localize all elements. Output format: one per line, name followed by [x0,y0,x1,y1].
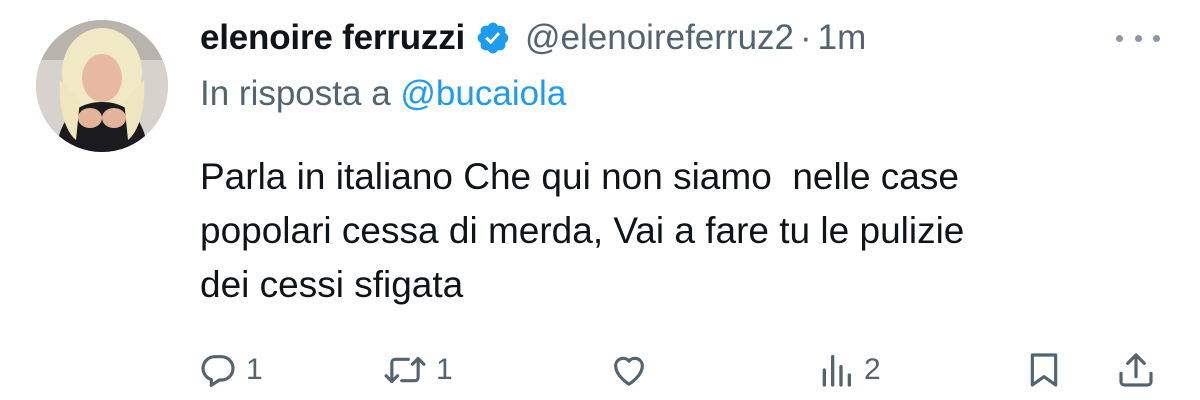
user-handle[interactable]: @elenoireferruz2 [525,18,794,58]
tweet-text-line: dei cessi sfigata [200,264,464,305]
bookmark-button[interactable] [1024,345,1064,395]
tweet-text-line: popolari cessa di merda, Vai a fare tu l… [200,210,965,251]
repost-button[interactable]: 1 [382,345,453,395]
tweet-text-line: Parla in italiano Che qui non siamo nell… [200,156,959,197]
like-button[interactable] [608,345,658,395]
reply-bubble-icon [201,355,235,387]
views-button[interactable]: 2 [816,345,881,395]
reply-context: In risposta a @bucaiola [200,74,566,114]
more-dots-icon[interactable] [1116,26,1160,50]
reply-mention-link[interactable]: @bucaiola [400,74,566,113]
views-count: 2 [864,353,881,386]
repost-arrows-icon [384,356,426,384]
reply-prefix: In risposta a [200,74,391,113]
share-upload-icon [1119,353,1153,387]
display-name[interactable]: elenoire ferruzzi [200,18,465,58]
avatar-image [36,20,168,152]
tweet-actions-bar: 1 1 2 [0,345,1200,395]
views-bars-icon [822,355,851,387]
reply-button[interactable]: 1 [198,345,263,395]
bookmark-icon [1030,353,1058,387]
reply-count: 1 [246,353,263,386]
heart-icon [614,356,644,386]
timestamp[interactable]: 1m [818,18,867,58]
separator-dot: · [800,18,812,57]
verified-badge-icon[interactable] [475,20,511,56]
share-button[interactable] [1116,345,1156,395]
tweet-header: elenoire ferruzzi @elenoireferruz2 · 1m [200,14,866,62]
repost-count: 1 [436,353,453,386]
tweet-text: Parla in italiano Che qui non siamo nell… [200,150,1180,312]
avatar[interactable] [36,20,168,152]
tweet-card[interactable]: elenoire ferruzzi @elenoireferruz2 · 1m … [0,0,1200,400]
